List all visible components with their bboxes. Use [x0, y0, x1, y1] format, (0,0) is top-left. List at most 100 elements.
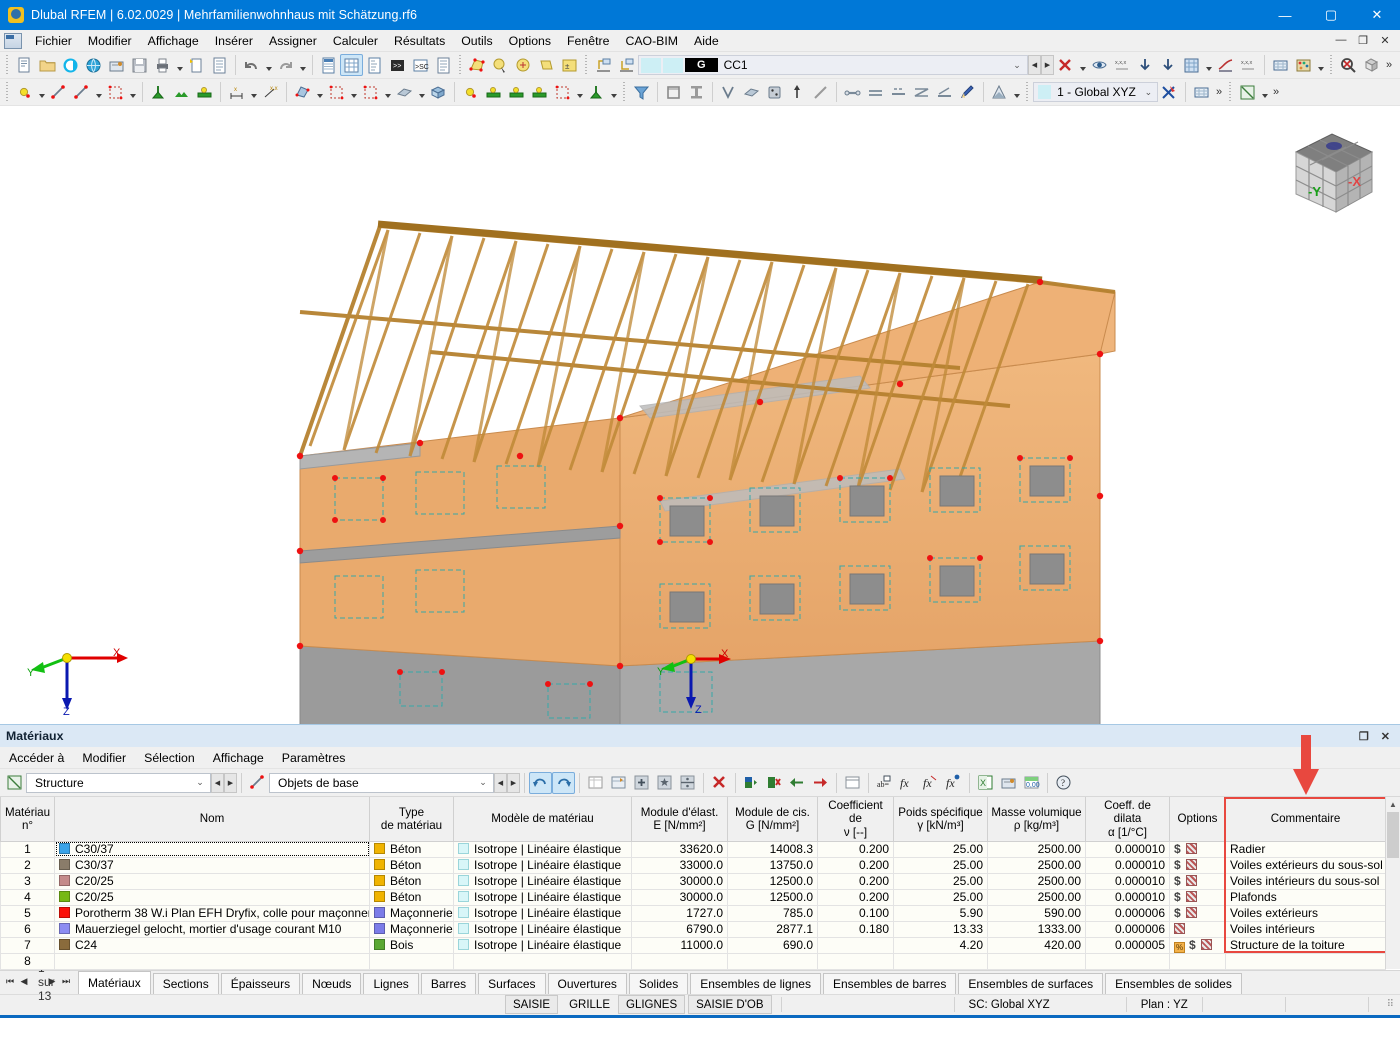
new-surface-icon[interactable]	[291, 81, 314, 103]
redo-icon[interactable]	[274, 54, 297, 76]
formula-info-icon[interactable]: fx	[942, 772, 965, 794]
cell-material-number[interactable]: 7	[0, 937, 55, 954]
table-row[interactable]: 3 C20/25 Béton Isotrope | Linéaire élastiqu…	[0, 873, 1386, 890]
new-line-icon[interactable]	[47, 81, 70, 103]
result-grid-icon[interactable]	[1180, 54, 1203, 76]
grid-settings-icon[interactable]	[1190, 81, 1213, 103]
toolbar2-overflow-button[interactable]: »	[1213, 86, 1225, 98]
mesh-settings-icon[interactable]	[1269, 54, 1292, 76]
col-header-thermal-expansion[interactable]: Coeff. de dilata α [1/°C]	[1085, 797, 1170, 842]
select-by-criteria-icon[interactable]	[512, 54, 535, 76]
data-list-icon[interactable]	[432, 54, 455, 76]
load-down-icon[interactable]	[1134, 54, 1157, 76]
cell-specific-weight[interactable]: 25.00	[893, 841, 988, 858]
export-excel-icon[interactable]: X	[974, 772, 997, 794]
new-solid-icon[interactable]	[427, 81, 450, 103]
loadcase-prev-spin[interactable]: ◀	[1028, 55, 1041, 75]
mdi-minimize-button[interactable]: —	[1330, 34, 1352, 47]
move-left-icon[interactable]	[786, 772, 809, 794]
panel-menu-parametres[interactable]: Paramètres	[273, 748, 355, 768]
table-row[interactable]: 2 C30/37 Béton Isotrope | Linéaire élastiqu…	[0, 857, 1386, 874]
cell-elastic-modulus[interactable]: 30000.0	[631, 889, 728, 906]
structure-combo-dropdown-icon[interactable]: ⌄	[192, 777, 208, 788]
rename-icon[interactable]: ab=	[873, 772, 896, 794]
cell-options[interactable]: $	[1169, 905, 1226, 922]
cell-density[interactable]: 420.00	[987, 937, 1086, 954]
cell-elastic-modulus[interactable]	[631, 953, 728, 970]
pin-icon[interactable]	[1185, 859, 1197, 871]
dropdown-caret-icon[interactable]	[93, 81, 104, 103]
show-deformation-icon[interactable]	[1088, 54, 1111, 76]
member-divide-icon[interactable]	[887, 81, 910, 103]
view-cube-icon[interactable]	[1360, 54, 1383, 76]
cell-options[interactable]	[1169, 921, 1226, 938]
cell-options[interactable]: % $	[1169, 937, 1226, 954]
cell-specific-weight[interactable]: 25.00	[893, 857, 988, 874]
cell-comment[interactable]: Voiles intérieurs	[1225, 921, 1386, 938]
mdi-close-button[interactable]: ✕	[1374, 34, 1396, 47]
new-line-dim-icon[interactable]	[70, 81, 93, 103]
objects-prev-spin[interactable]: ◀	[494, 772, 507, 793]
cell-elastic-modulus[interactable]: 33620.0	[631, 841, 728, 858]
col-header-elastic-modulus[interactable]: Module d'élast. E [N/mm²]	[631, 797, 728, 842]
number-format-icon[interactable]: 0,00	[1020, 772, 1043, 794]
load-case-prev-icon[interactable]	[592, 54, 615, 76]
dropdown-caret-icon[interactable]	[1077, 54, 1088, 76]
tab-n-uds[interactable]: Nœuds	[302, 972, 362, 994]
dropdown-caret-icon[interactable]	[416, 81, 427, 103]
new-printout-icon[interactable]	[185, 54, 208, 76]
toolbar-overflow-button[interactable]: »	[1383, 59, 1395, 71]
new-nodal-load-icon[interactable]	[459, 81, 482, 103]
tab-ouvertures[interactable]: Ouvertures	[547, 972, 627, 994]
cell-thermal-expansion[interactable]: 0.000006	[1085, 921, 1170, 938]
cell-elastic-modulus[interactable]: 30000.0	[631, 873, 728, 890]
tab-lignes[interactable]: Lignes	[363, 972, 419, 994]
tab-surfaces[interactable]: Surfaces	[478, 972, 546, 994]
col-header-poisson-ratio[interactable]: Coefficient de ν [--]	[817, 797, 894, 842]
dropdown-caret-icon[interactable]	[608, 81, 619, 103]
cell-material-type[interactable]	[369, 953, 454, 970]
cell-thermal-expansion[interactable]: 0.000010	[1085, 857, 1170, 874]
panel-close-button[interactable]: ✕	[1381, 730, 1390, 743]
pin-icon[interactable]	[1185, 875, 1197, 887]
cell-thermal-expansion[interactable]: 0.000005	[1085, 937, 1170, 954]
document-list-icon[interactable]	[208, 54, 231, 76]
toolbar2-overflow-button-2[interactable]: »	[1270, 86, 1282, 98]
result-diagram-icon[interactable]	[1214, 54, 1237, 76]
dropdown-caret-icon[interactable]	[314, 81, 325, 103]
line-support-icon[interactable]	[170, 81, 193, 103]
cell-comment[interactable]: Voiles extérieurs du sous-sol	[1225, 857, 1386, 874]
new-surface-load-icon[interactable]	[528, 81, 551, 103]
tab-ensembles-de-lignes[interactable]: Ensembles de lignes	[690, 972, 821, 994]
new-line-load-icon[interactable]	[482, 81, 505, 103]
calculation-settings-icon[interactable]	[1292, 54, 1315, 76]
dimension-linear-icon[interactable]: x	[225, 81, 248, 103]
member-hinge-icon[interactable]	[841, 81, 864, 103]
remove-import-icon[interactable]	[763, 772, 786, 794]
navigator-icon[interactable]	[317, 54, 340, 76]
dropdown-caret-icon[interactable]	[263, 54, 274, 76]
col-header-material-type[interactable]: Type de matériau	[369, 797, 454, 842]
toolbar-grip[interactable]	[4, 82, 11, 102]
cell-comment[interactable]: Voiles intérieurs du sous-sol	[1225, 873, 1386, 890]
status-button-glignes[interactable]: GLIGNES	[618, 995, 686, 1015]
cell-shear-modulus[interactable]: 2877.1	[727, 921, 818, 938]
menu-outils[interactable]: Outils	[453, 31, 500, 51]
insert-row-icon[interactable]	[607, 772, 630, 794]
close-button[interactable]: ✕	[1354, 0, 1400, 30]
menu-inserer[interactable]: Insérer	[207, 31, 261, 51]
open-icon[interactable]	[36, 54, 59, 76]
extrude-icon[interactable]	[786, 81, 809, 103]
tab-sections[interactable]: Sections	[152, 972, 219, 994]
render-solid-icon[interactable]	[740, 81, 763, 103]
result-values-icon[interactable]: x,x,x	[1237, 54, 1260, 76]
dollar-icon[interactable]: $	[1174, 890, 1181, 904]
cell-comment[interactable]: Radier	[1225, 841, 1386, 858]
numeric-values-icon[interactable]: x,x,x	[1111, 54, 1134, 76]
tab-ensembles-de-barres[interactable]: Ensembles de barres	[822, 972, 957, 994]
cell-density[interactable]: 2500.00	[987, 841, 1086, 858]
work-plane-icon[interactable]	[1158, 81, 1181, 103]
tab-ensembles-de-surfaces[interactable]: Ensembles de surfaces	[958, 972, 1104, 994]
new-free-load-icon[interactable]	[551, 81, 574, 103]
status-button-grille[interactable]: GRILLE	[561, 995, 618, 1014]
